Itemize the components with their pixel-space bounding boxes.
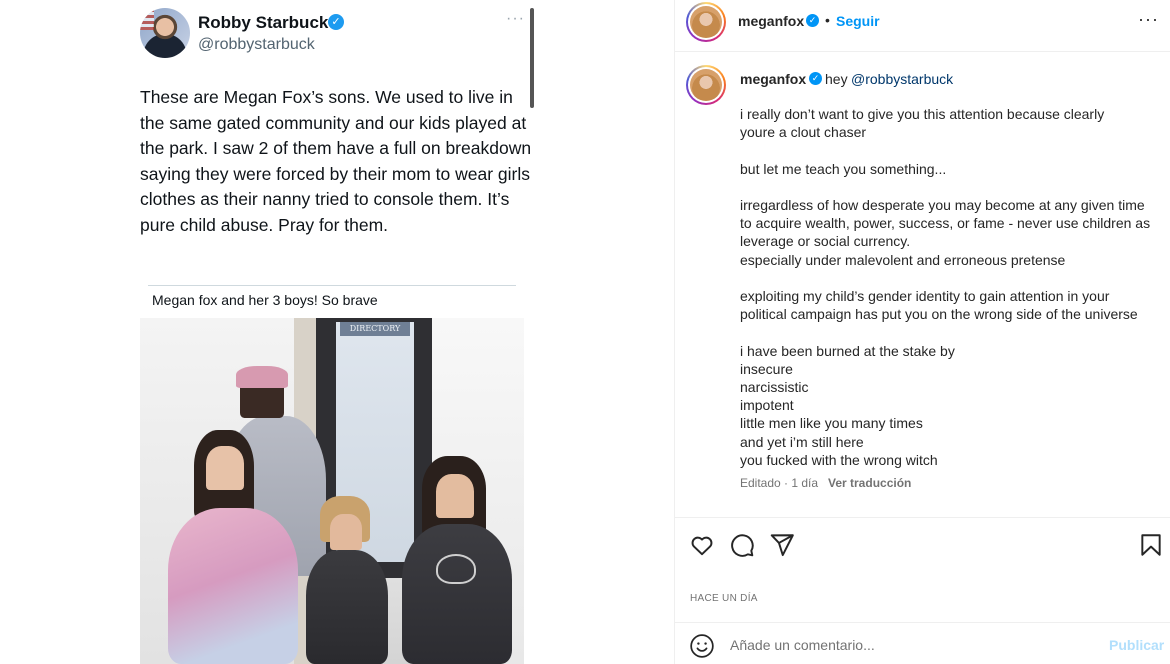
photo-child (168, 508, 298, 664)
tweet-photo: DIRECTORY (140, 318, 524, 664)
avatar-border (688, 67, 724, 103)
author-username[interactable]: meganfox (738, 13, 804, 29)
bookmark-icon[interactable] (1138, 532, 1164, 558)
comment-icon[interactable] (729, 532, 755, 558)
follow-button[interactable]: Seguir (836, 13, 880, 29)
verified-badge-icon: ✓ (806, 14, 819, 27)
post-sidebar: meganfox ✓ • Seguir ··· meganfox ✓ hey @… (675, 0, 1170, 664)
share-icon[interactable] (769, 532, 795, 558)
photo-directory-sign: DIRECTORY (340, 322, 410, 336)
more-options-icon[interactable]: ··· (1138, 9, 1159, 30)
comment-input[interactable] (730, 634, 1100, 656)
caption-mention-link[interactable]: @robbystarbuck (851, 71, 953, 87)
photo-child (402, 524, 512, 664)
photo-child (306, 550, 388, 664)
tweet-avatar (140, 8, 190, 58)
tweet-author-name: Robby Starbuck (198, 13, 329, 32)
avatar-border (688, 4, 724, 40)
caption-text: i really don’t want to give you this att… (740, 106, 1151, 468)
quote-caption: Megan fox and her 3 boys! So brave (152, 292, 378, 308)
caption-avatar[interactable] (686, 65, 726, 105)
tweet-handle: @robbystarbuck (198, 36, 315, 53)
author-avatar[interactable] (686, 2, 726, 42)
tweet-more-icon: ··· (506, 10, 525, 27)
header-separator: • (825, 12, 830, 28)
caption-greeting: hey (825, 71, 848, 87)
avatar-photo (690, 69, 722, 101)
avatar-photo (690, 6, 722, 38)
tweet-body: These are Megan Fox’s sons. We used to l… (140, 87, 532, 235)
heart-icon[interactable] (689, 532, 715, 558)
publish-comment-button[interactable]: Publicar (1109, 637, 1164, 653)
flag-icon (140, 8, 154, 30)
post-actions (675, 517, 1170, 573)
caption-username[interactable]: meganfox (740, 71, 806, 87)
emoji-icon[interactable] (689, 633, 715, 659)
photo-child-face (330, 514, 362, 550)
tweet-verified-icon: ✓ (328, 14, 344, 30)
post-timestamp: HACE UN DÍA (690, 593, 758, 604)
shirt-print (436, 554, 476, 584)
photo-child-face (206, 446, 244, 490)
quote-divider (148, 285, 516, 286)
photo-cap (236, 366, 288, 388)
caption-edited-meta: Editado · 1 día (740, 476, 819, 490)
post-media: Robby Starbuck ✓ @robbystarbuck ··· Thes… (0, 0, 674, 664)
photo-child-face (436, 474, 474, 518)
comment-bar: Publicar (675, 622, 1170, 664)
see-translation-link[interactable]: Ver traducción (828, 476, 911, 490)
verified-badge-icon: ✓ (809, 72, 822, 85)
post-header: meganfox ✓ • Seguir ··· (675, 0, 1170, 52)
